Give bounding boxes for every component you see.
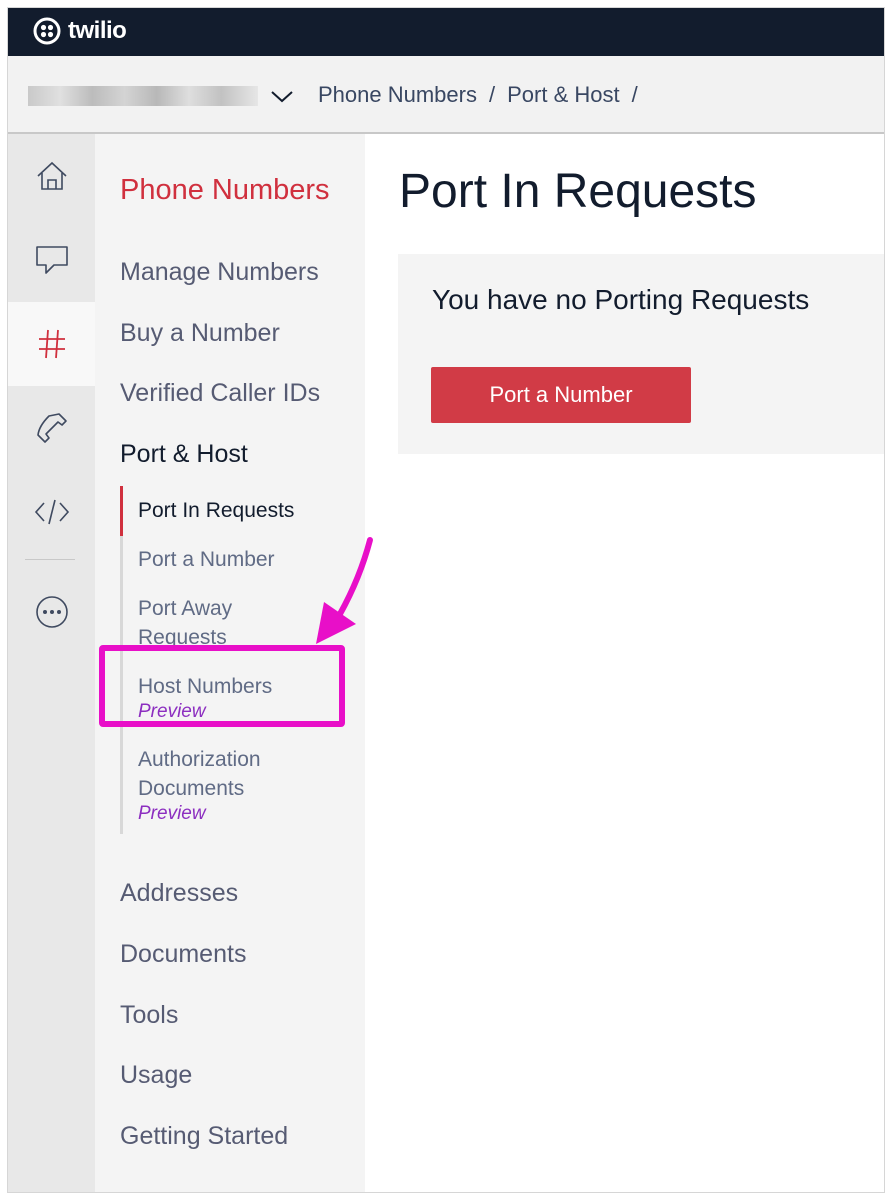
preview-badge: Preview xyxy=(138,803,206,824)
chat-icon xyxy=(35,246,68,274)
home-icon xyxy=(36,161,67,190)
brand-name: twilio xyxy=(68,17,127,44)
app-window: twilio Phone Numbers / Port & Host / Pho… xyxy=(8,8,884,1192)
main-content: Port In Requests You have no Porting Req… xyxy=(365,134,884,1192)
rail-item-more[interactable] xyxy=(8,570,95,654)
sidebar-item-usage[interactable]: Usage xyxy=(120,1061,192,1090)
sidebar-title[interactable]: Phone Numbers xyxy=(120,174,330,207)
twilio-logo-icon xyxy=(33,17,61,45)
top-bar: twilio xyxy=(8,8,884,56)
sidebar-item-label: Authorization Documents xyxy=(138,748,261,800)
active-indicator xyxy=(120,486,123,536)
breadcrumb: Phone Numbers / Port & Host / xyxy=(318,82,638,108)
sidebar-item-verified-caller-ids[interactable]: Verified Caller IDs xyxy=(120,379,320,408)
rail-item-messaging[interactable] xyxy=(8,218,95,302)
empty-state-card: You have no Porting Requests Port a Numb… xyxy=(398,254,884,454)
account-name-redacted[interactable] xyxy=(28,86,258,106)
breadcrumb-port-host[interactable]: Port & Host xyxy=(507,82,619,108)
code-icon xyxy=(34,499,69,525)
port-a-number-button[interactable]: Port a Number xyxy=(431,367,691,423)
sidebar-item-addresses[interactable]: Addresses xyxy=(120,879,238,908)
sidebar-item-documents[interactable]: Documents xyxy=(120,940,246,969)
sidebar-item-port-in-requests[interactable]: Port In Requests xyxy=(138,496,294,525)
icon-rail xyxy=(8,134,95,1192)
sidebar-group-port-host[interactable]: Port & Host xyxy=(120,440,248,469)
sidebar-item-buy-a-number[interactable]: Buy a Number xyxy=(120,319,280,348)
breadcrumb-bar: Phone Numbers / Port & Host / xyxy=(8,56,884,134)
breadcrumb-phone-numbers[interactable]: Phone Numbers xyxy=(318,82,477,108)
sidebar-item-port-a-number[interactable]: Port a Number xyxy=(138,545,275,574)
more-icon xyxy=(35,596,68,628)
rail-item-phone-numbers[interactable] xyxy=(8,302,95,386)
annotation-arrow-icon xyxy=(316,537,373,644)
rail-item-home[interactable] xyxy=(8,134,95,218)
breadcrumb-separator: / xyxy=(488,82,496,107)
rail-item-voice[interactable] xyxy=(8,386,95,470)
chevron-down-icon[interactable] xyxy=(270,86,294,106)
annotation-highlight-box xyxy=(99,645,345,727)
phone-icon xyxy=(36,413,67,443)
page-title: Port In Requests xyxy=(399,165,757,218)
empty-state-message: You have no Porting Requests xyxy=(432,284,810,315)
sidebar-item-authorization-documents[interactable]: Authorization Documents Preview xyxy=(138,745,308,825)
twilio-logo[interactable]: twilio xyxy=(32,16,127,46)
hash-icon xyxy=(38,329,65,359)
sidebar-item-port-away-requests[interactable]: Port Away Requests xyxy=(138,594,268,652)
rail-divider xyxy=(25,559,75,560)
breadcrumb-separator: / xyxy=(631,82,638,107)
sidebar-item-tools[interactable]: Tools xyxy=(120,1001,178,1030)
sidebar-item-manage-numbers[interactable]: Manage Numbers xyxy=(120,258,319,287)
sidebar-item-getting-started[interactable]: Getting Started xyxy=(120,1122,288,1151)
rail-item-developer[interactable] xyxy=(8,470,95,554)
